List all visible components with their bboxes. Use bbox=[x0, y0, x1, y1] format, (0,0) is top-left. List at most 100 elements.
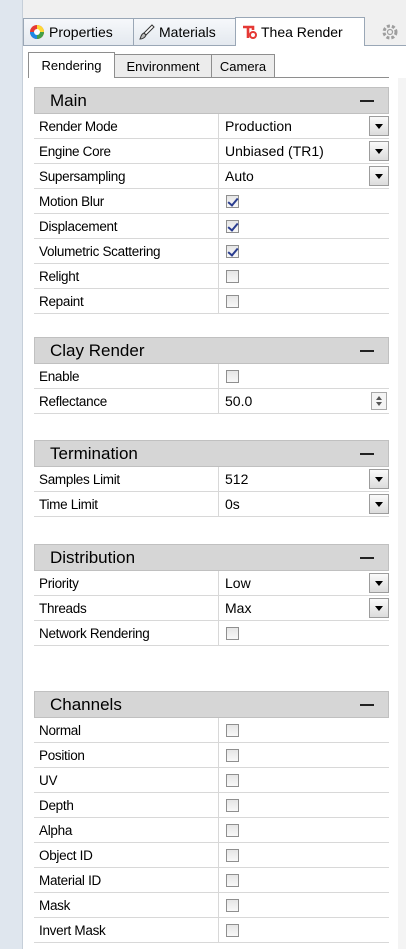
field-label: UV bbox=[34, 768, 219, 792]
channel-normal-checkbox[interactable] bbox=[226, 723, 239, 737]
tab-thea-render[interactable]: Thea Render bbox=[235, 17, 365, 46]
displacement-checkbox[interactable] bbox=[226, 219, 239, 233]
field-label: Motion Blur bbox=[34, 189, 219, 213]
field-label: Volumetric Scattering bbox=[34, 239, 219, 263]
network-rendering-checkbox[interactable] bbox=[226, 626, 239, 640]
channel-mask-row: Mask bbox=[34, 893, 389, 918]
samples-limit-row: Samples Limit 512 bbox=[34, 467, 389, 492]
select-value: Auto bbox=[225, 168, 254, 184]
clay-enable-checkbox[interactable] bbox=[226, 369, 239, 383]
subtab-label: Environment bbox=[126, 58, 200, 74]
motion-blur-checkbox[interactable] bbox=[226, 194, 239, 208]
channel-object-id-checkbox[interactable] bbox=[226, 848, 239, 862]
channel-position-row: Position bbox=[34, 743, 389, 768]
clay-enable-row: Enable bbox=[34, 364, 389, 389]
section-distribution: Distribution Priority Low Threads Max Ne… bbox=[34, 544, 389, 646]
threads-select[interactable]: Max bbox=[219, 596, 389, 620]
select-value: 0s bbox=[225, 496, 240, 512]
tab-label: Thea Render bbox=[261, 24, 343, 40]
threads-row: Threads Max bbox=[34, 596, 389, 621]
field-label: Time Limit bbox=[34, 492, 219, 516]
dropdown-arrow-icon[interactable] bbox=[369, 494, 389, 514]
section-channels: Channels Normal Position UV Depth Alpha bbox=[34, 691, 389, 943]
collapse-icon[interactable] bbox=[360, 452, 374, 455]
dropdown-arrow-icon[interactable] bbox=[369, 116, 389, 136]
channel-invert-mask-checkbox[interactable] bbox=[226, 923, 239, 937]
channel-normal-row: Normal bbox=[34, 718, 389, 743]
section-distribution-header[interactable]: Distribution bbox=[34, 544, 389, 571]
reflectance-input[interactable]: 50.0 bbox=[219, 389, 389, 413]
priority-select[interactable]: Low bbox=[219, 571, 389, 595]
channel-object-id-row: Object ID bbox=[34, 843, 389, 868]
left-strip bbox=[0, 0, 23, 949]
spinner-icon[interactable] bbox=[371, 392, 387, 410]
field-label: Repaint bbox=[34, 289, 219, 313]
section-clay-header[interactable]: Clay Render bbox=[34, 337, 389, 364]
section-clay-render: Clay Render Enable Reflectance 50.0 bbox=[34, 337, 389, 414]
motion-blur-row: Motion Blur bbox=[34, 189, 389, 214]
collapse-icon[interactable] bbox=[360, 703, 374, 706]
subtab-environment[interactable]: Environment bbox=[114, 54, 212, 77]
brush-icon bbox=[139, 24, 155, 40]
collapse-icon[interactable] bbox=[360, 556, 374, 559]
section-termination-header[interactable]: Termination bbox=[34, 440, 389, 467]
field-label: Network Rendering bbox=[34, 621, 219, 645]
channel-material-id-checkbox[interactable] bbox=[226, 873, 239, 887]
repaint-checkbox[interactable] bbox=[226, 294, 239, 308]
network-rendering-row: Network Rendering bbox=[34, 621, 389, 646]
supersampling-select[interactable]: Auto bbox=[219, 164, 389, 188]
field-label: Relight bbox=[34, 264, 219, 288]
section-main-header[interactable]: Main bbox=[34, 87, 389, 114]
render-mode-select[interactable]: Production bbox=[219, 114, 389, 138]
thea-logo-icon bbox=[243, 25, 257, 39]
dropdown-arrow-icon[interactable] bbox=[369, 469, 389, 489]
time-limit-row: Time Limit 0s bbox=[34, 492, 389, 517]
dropdown-arrow-icon[interactable] bbox=[369, 141, 389, 161]
dropdown-arrow-icon[interactable] bbox=[369, 166, 389, 186]
gear-icon[interactable] bbox=[380, 22, 400, 42]
channel-mask-checkbox[interactable] bbox=[226, 898, 239, 912]
relight-checkbox[interactable] bbox=[226, 269, 239, 283]
thea-render-panel: Properties Materials Thea Render Renderi… bbox=[0, 0, 406, 949]
time-limit-select[interactable]: 0s bbox=[219, 492, 389, 516]
dropdown-arrow-icon[interactable] bbox=[369, 598, 389, 618]
channel-material-id-row: Material ID bbox=[34, 868, 389, 893]
section-title: Termination bbox=[50, 443, 138, 463]
volumetric-scattering-checkbox[interactable] bbox=[226, 244, 239, 258]
tab-label: Properties bbox=[49, 24, 113, 40]
channel-invert-mask-row: Invert Mask bbox=[34, 918, 389, 943]
displacement-row: Displacement bbox=[34, 214, 389, 239]
field-label: Supersampling bbox=[34, 164, 219, 188]
section-main: Main Render Mode Production Engine Core … bbox=[34, 87, 389, 314]
field-label: Samples Limit bbox=[34, 467, 219, 491]
section-termination: Termination Samples Limit 512 Time Limit… bbox=[34, 440, 389, 517]
tab-properties[interactable]: Properties bbox=[23, 18, 134, 45]
subtab-label: Rendering bbox=[41, 58, 102, 73]
engine-core-row: Engine Core Unbiased (TR1) bbox=[34, 139, 389, 164]
channel-position-checkbox[interactable] bbox=[226, 748, 239, 762]
subtab-camera[interactable]: Camera bbox=[211, 54, 275, 77]
dropdown-arrow-icon[interactable] bbox=[369, 573, 389, 593]
section-channels-header[interactable]: Channels bbox=[34, 691, 389, 718]
channel-alpha-row: Alpha bbox=[34, 818, 389, 843]
collapse-icon[interactable] bbox=[360, 349, 374, 352]
channel-depth-row: Depth bbox=[34, 793, 389, 818]
channel-depth-checkbox[interactable] bbox=[226, 798, 239, 812]
field-label: Mask bbox=[34, 893, 219, 917]
engine-core-select[interactable]: Unbiased (TR1) bbox=[219, 139, 389, 163]
field-label: Normal bbox=[34, 718, 219, 742]
tab-materials[interactable]: Materials bbox=[133, 18, 236, 45]
reflectance-row: Reflectance 50.0 bbox=[34, 389, 389, 414]
field-label: Render Mode bbox=[34, 114, 219, 138]
volumetric-scattering-row: Volumetric Scattering bbox=[34, 239, 389, 264]
field-label: Enable bbox=[34, 364, 219, 388]
field-label: Engine Core bbox=[34, 139, 219, 163]
section-title: Main bbox=[50, 90, 87, 110]
scrollbar-track[interactable] bbox=[398, 78, 406, 949]
channel-uv-checkbox[interactable] bbox=[226, 773, 239, 787]
samples-limit-select[interactable]: 512 bbox=[219, 467, 389, 491]
collapse-icon[interactable] bbox=[360, 99, 374, 102]
subtab-rendering[interactable]: Rendering bbox=[28, 52, 115, 78]
field-label: Alpha bbox=[34, 818, 219, 842]
channel-alpha-checkbox[interactable] bbox=[226, 823, 239, 837]
